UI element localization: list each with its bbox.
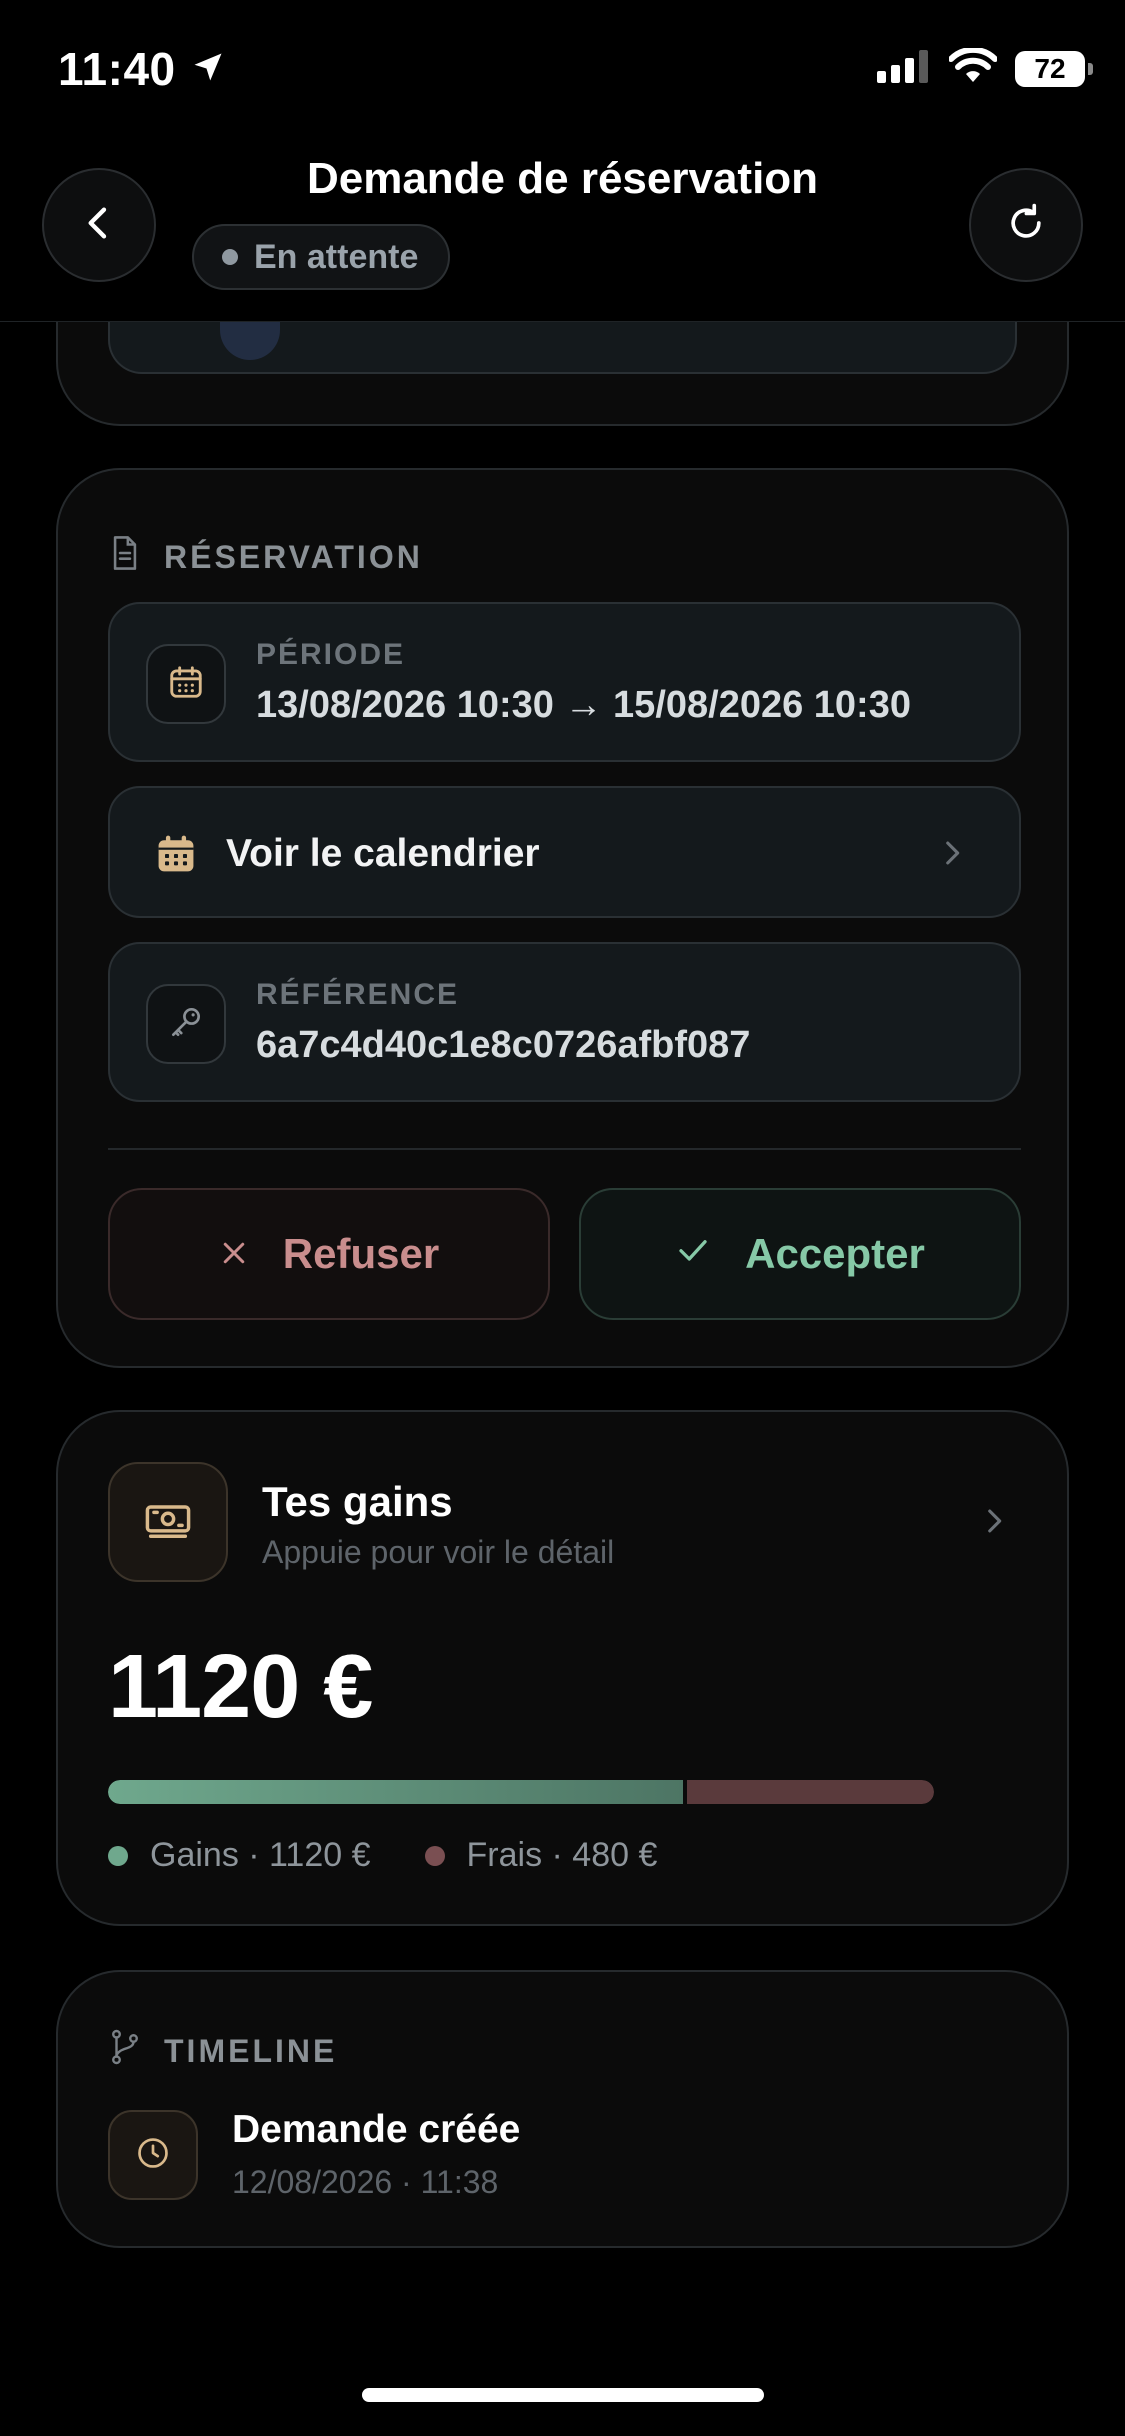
view-calendar-label: Voir le calendrier xyxy=(226,832,540,875)
battery-indicator: 72 xyxy=(1015,50,1093,87)
nav-header: Demande de réservation En attente xyxy=(0,140,1125,322)
refuse-button[interactable]: Refuser xyxy=(108,1188,550,1320)
gains-subtitle: Appuie pour voir le détail xyxy=(262,1534,615,1570)
status-badge: En attente xyxy=(192,224,451,290)
gains-icon-box xyxy=(108,1462,228,1582)
refresh-button[interactable] xyxy=(969,168,1083,282)
document-icon xyxy=(108,534,142,580)
timeline-card: TIMELINE Demande créée 12/08/2026 · 11:3… xyxy=(56,1970,1069,2248)
chevron-right-icon xyxy=(935,836,969,875)
legend-fees-label: Frais · 480 € xyxy=(466,1836,658,1874)
timeline-event-date: 12/08/2026 · 11:38 xyxy=(232,2164,499,2200)
legend-gains-label: Gains · 1120 € xyxy=(150,1836,371,1874)
gains-amount: 1120 € xyxy=(108,1637,373,1737)
reference-label: RÉFÉRENCE xyxy=(256,978,460,1011)
refresh-icon xyxy=(1004,201,1048,250)
timeline-event-title: Demande créée xyxy=(232,2108,521,2151)
wifi-icon xyxy=(948,46,998,89)
status-dot-icon xyxy=(222,249,238,265)
status-time-group: 11:40 xyxy=(58,42,226,96)
reference-value: 6a7c4d40c1e8c0726afbf087 xyxy=(256,1024,751,1066)
status-time: 11:40 xyxy=(58,43,176,95)
fees-bar-segment xyxy=(687,1780,934,1804)
period-label: PÉRIODE xyxy=(256,638,406,671)
key-icon xyxy=(167,1003,205,1046)
reservation-card: RÉSERVATION PÉRIODE 13/08/2026 10:30 → 1… xyxy=(56,468,1069,1368)
reference-row: RÉFÉRENCE 6a7c4d40c1e8c0726afbf087 xyxy=(108,942,1021,1102)
clock-icon xyxy=(134,2134,172,2177)
accept-button[interactable]: Accepter xyxy=(579,1188,1021,1320)
reference-icon-box xyxy=(146,984,226,1064)
gains-title: Tes gains xyxy=(262,1478,453,1525)
gains-bar-segment xyxy=(108,1780,683,1804)
status-icons: 72 xyxy=(877,46,1093,89)
period-row: PÉRIODE 13/08/2026 10:30 → 15/08/2026 10… xyxy=(108,602,1021,762)
status-bar: 11:40 72 xyxy=(0,0,1125,140)
cellular-signal-icon xyxy=(877,49,931,88)
period-value: 13/08/2026 10:30 → 15/08/2026 10:30 xyxy=(256,684,911,726)
avatar xyxy=(220,320,280,360)
legend-fees-dot xyxy=(424,1845,445,1866)
accept-label: Accepter xyxy=(745,1230,925,1277)
legend-fees: Frais · 480 € xyxy=(424,1836,658,1875)
location-arrow-icon xyxy=(190,42,226,96)
reservation-section-header: RÉSERVATION xyxy=(108,534,423,580)
gains-fees-bar xyxy=(108,1780,934,1804)
reservation-section-title: RÉSERVATION xyxy=(164,538,423,575)
view-calendar-button[interactable]: Voir le calendrier xyxy=(108,786,1021,918)
page-title: Demande de réservation xyxy=(306,154,819,203)
timeline-section-header: TIMELINE xyxy=(108,2028,337,2074)
status-badge-label: En attente xyxy=(254,237,419,276)
screen: 11:40 72 Demande de réservation En atten… xyxy=(0,0,1125,2436)
git-branch-icon xyxy=(108,2028,142,2074)
period-icon-box xyxy=(146,644,226,724)
legend-gains: Gains · 1120 € xyxy=(108,1836,371,1875)
close-icon xyxy=(219,1230,249,1278)
banknote-icon xyxy=(142,1494,194,1551)
chevron-right-icon xyxy=(977,1504,1011,1543)
refuse-label: Refuser xyxy=(282,1230,440,1277)
gains-legend: Gains · 1120 € Frais · 480 € xyxy=(108,1836,657,1875)
calendar-icon xyxy=(167,663,205,706)
check-icon xyxy=(675,1230,711,1278)
divider xyxy=(108,1148,1021,1150)
timeline-icon-box xyxy=(108,2110,198,2200)
legend-gains-dot xyxy=(108,1845,128,1866)
chevron-left-icon xyxy=(79,203,119,248)
calendar-filled-icon xyxy=(154,832,198,881)
timeline-section-title: TIMELINE xyxy=(164,2032,338,2069)
gains-card[interactable]: Tes gains Appuie pour voir le détail 112… xyxy=(56,1410,1069,1926)
home-indicator[interactable] xyxy=(362,2388,764,2402)
